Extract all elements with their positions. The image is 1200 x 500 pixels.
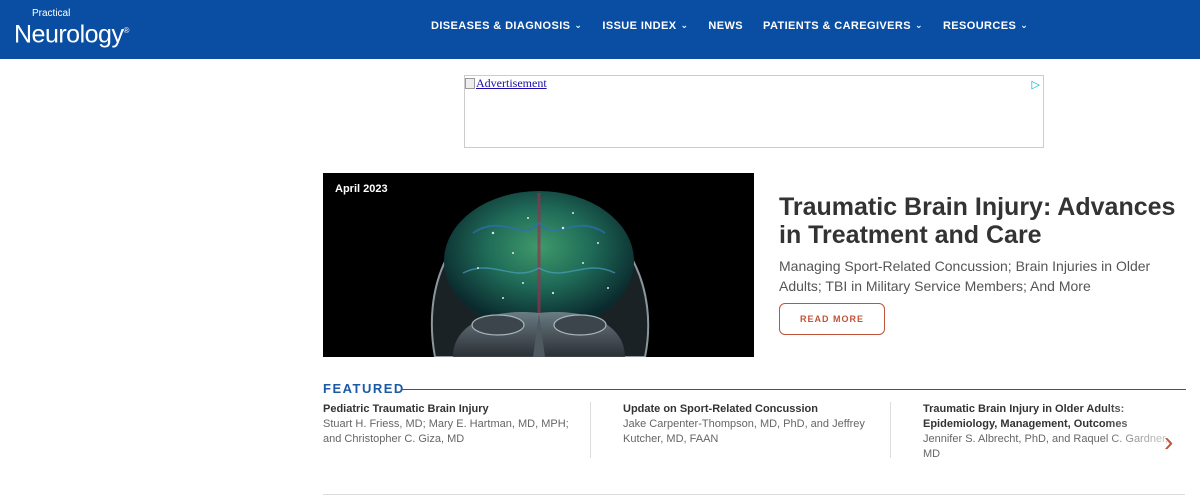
nav-issue-index[interactable]: ISSUE INDEX ⌄ (602, 19, 689, 33)
article-title[interactable]: Pediatric Traumatic Brain Injury (323, 402, 583, 417)
main-nav: DISEASES & DIAGNOSIS ⌄ ISSUE INDEX ⌄ NEW… (431, 17, 1048, 35)
section-divider (323, 494, 1185, 495)
nav-resources[interactable]: RESOURCES ⌄ (943, 19, 1029, 33)
nav-news[interactable]: NEWS (708, 20, 743, 32)
chevron-down-icon: ⌄ (1020, 19, 1029, 30)
ad-choices-icon[interactable]: ▷ (1032, 78, 1040, 91)
issue-subtitle: Managing Sport-Related Concussion; Brain… (779, 258, 1151, 294)
featured-article-card[interactable]: Pediatric Traumatic Brain Injury Stuart … (323, 402, 583, 447)
featured-heading: FEATURED (323, 381, 405, 396)
chevron-down-icon: ⌄ (574, 19, 583, 30)
advertisement-banner[interactable]: Advertisement ▷ (464, 75, 1044, 148)
site-header: Practical Neurology® DISEASES & DIAGNOSI… (0, 0, 1200, 59)
card-divider (590, 402, 591, 458)
article-authors: Jake Carpenter-Thompson, MD, PhD, and Je… (623, 418, 865, 445)
issue-title[interactable]: Traumatic Brain Injury: Advances in Trea… (779, 193, 1189, 249)
nav-patients-caregivers[interactable]: PATIENTS & CAREGIVERS ⌄ (763, 19, 923, 33)
nav-diseases-diagnosis[interactable]: DISEASES & DIAGNOSIS ⌄ (431, 19, 583, 33)
featured-divider (402, 389, 1186, 390)
brain-scan-illustration (430, 191, 650, 357)
chevron-down-icon: ⌄ (680, 19, 689, 30)
advertisement-image[interactable]: Advertisement (465, 76, 547, 91)
chevron-right-icon[interactable]: › (1164, 428, 1173, 456)
broken-image-icon (465, 78, 475, 89)
read-more-button[interactable]: READ MORE (779, 303, 885, 335)
card-divider (890, 402, 891, 458)
article-authors: Stuart H. Friess, MD; Mary E. Hartman, M… (323, 418, 569, 445)
carousel-fade-overlay (1100, 400, 1200, 470)
issue-cover-image[interactable]: April 2023 (323, 173, 754, 357)
featured-article-card[interactable]: Update on Sport-Related Concussion Jake … (623, 402, 883, 447)
issue-date-badge: April 2023 (335, 183, 388, 195)
chevron-down-icon: ⌄ (914, 19, 923, 30)
article-title[interactable]: Update on Sport-Related Concussion (623, 402, 883, 417)
logo-main-text: Neurology® (14, 20, 129, 49)
